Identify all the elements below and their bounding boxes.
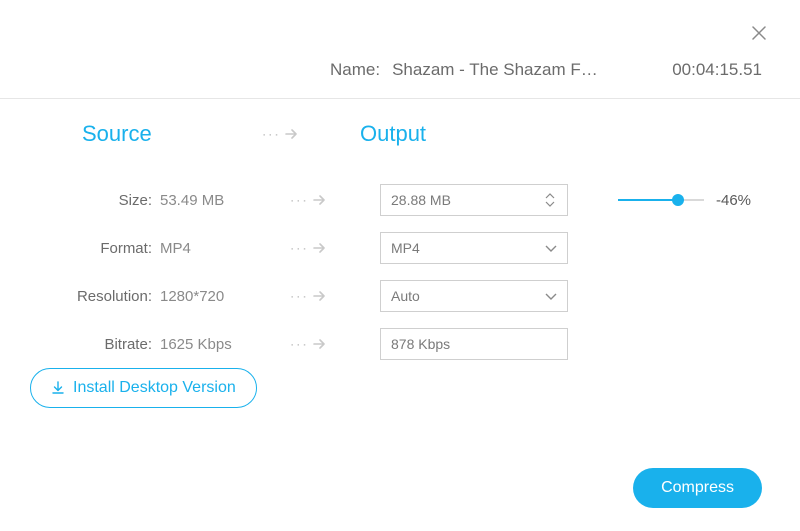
bitrate-output-value: 878 Kbps [391,336,450,352]
compress-label: Compress [661,479,734,496]
chevron-down-icon [545,201,555,207]
download-icon [51,381,65,395]
file-header: Name: Shazam - The Shazam F… 00:04:15.51 [0,60,800,80]
row-size: Size: 53.49 MB 28.88 MB -46% [0,180,800,220]
settings-grid: Size: 53.49 MB 28.88 MB -46% [0,180,800,372]
columns-header: Source Output [0,110,800,158]
close-button[interactable] [750,24,768,42]
stepper-controls[interactable] [545,185,561,215]
chevron-down-icon [545,288,557,304]
install-desktop-label: Install Desktop Version [73,379,236,397]
format-output-select[interactable]: MP4 [380,232,568,264]
row-resolution: Resolution: 1280*720 Auto [0,276,800,316]
size-label: Size: [0,192,160,209]
resolution-source-value: 1280*720 [160,288,290,305]
row-format: Format: MP4 MP4 [0,228,800,268]
name-label: Name: [330,60,380,80]
arrow-icon [290,192,380,209]
arrow-icon [290,336,380,353]
size-output-stepper[interactable]: 28.88 MB [380,184,568,216]
resolution-label: Resolution: [0,288,160,305]
duration-value: 00:04:15.51 [672,60,762,80]
size-slider[interactable] [618,192,704,208]
size-output-value: 28.88 MB [391,192,451,208]
arrow-icon [262,126,299,143]
column-output: Output [360,121,426,147]
close-icon [750,24,768,42]
format-output-value: MP4 [391,240,420,256]
size-reduction-value: -46% [716,192,751,209]
arrow-icon [290,288,380,305]
bitrate-source-value: 1625 Kbps [160,336,290,353]
bitrate-label: Bitrate: [0,336,160,353]
chevron-down-icon [545,240,557,256]
chevron-up-icon [545,193,555,199]
slider-thumb[interactable] [672,194,684,206]
resolution-output-select[interactable]: Auto [380,280,568,312]
name-value: Shazam - The Shazam F… [392,60,598,80]
resolution-output-value: Auto [391,288,420,304]
row-bitrate: Bitrate: 1625 Kbps 878 Kbps [0,324,800,364]
compress-button[interactable]: Compress [633,468,762,508]
arrow-icon [290,240,380,257]
format-label: Format: [0,240,160,257]
slider-fill [618,199,678,201]
format-source-value: MP4 [160,240,290,257]
size-source-value: 53.49 MB [160,192,290,209]
divider [0,98,800,99]
install-desktop-button[interactable]: Install Desktop Version [30,368,257,408]
bitrate-output-field[interactable]: 878 Kbps [380,328,568,360]
column-source: Source [82,121,152,147]
